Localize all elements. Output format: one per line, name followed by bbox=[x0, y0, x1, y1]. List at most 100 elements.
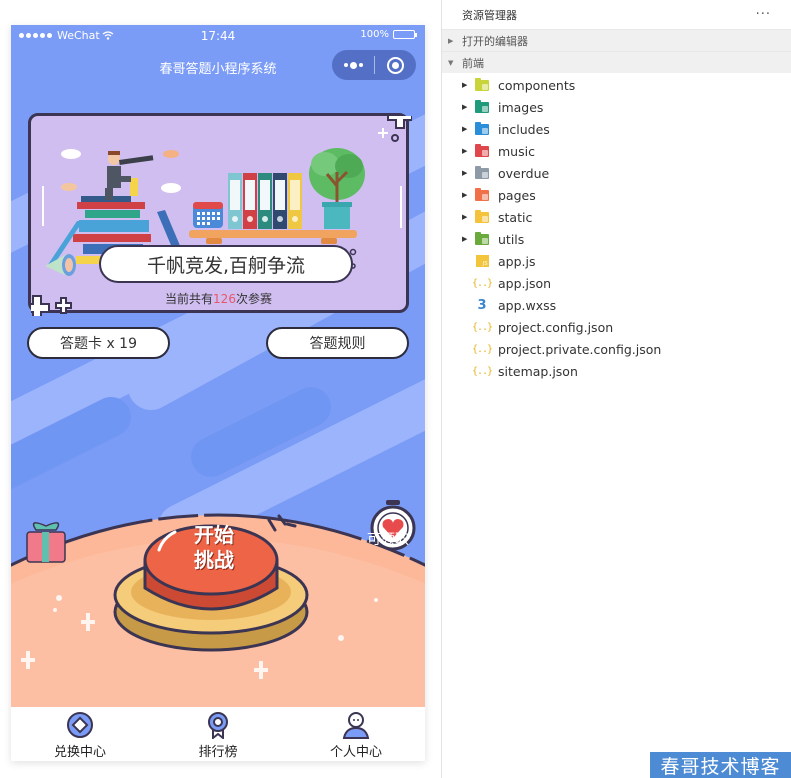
file-name: sitemap.json bbox=[498, 363, 578, 379]
folder-item[interactable]: ▶ components bbox=[442, 74, 791, 96]
file-item[interactable]: {..} sitemap.json bbox=[442, 360, 791, 382]
status-bar: WeChat 17:44 100% bbox=[11, 25, 425, 47]
folder-item[interactable]: ▶ static bbox=[442, 206, 791, 228]
participation-count: 当前共有126次参赛 bbox=[31, 290, 406, 307]
tab-label: 排行榜 bbox=[198, 745, 238, 760]
target-icon bbox=[387, 56, 404, 74]
file-name: app.json bbox=[498, 275, 552, 291]
folder-icon bbox=[474, 209, 490, 224]
folder-item[interactable]: ▶ music bbox=[442, 140, 791, 162]
user-profile-icon bbox=[342, 712, 370, 739]
cloud-icon bbox=[163, 150, 179, 158]
json-file-icon: {..} bbox=[471, 321, 493, 333]
watermark: 春哥技术博客 bbox=[650, 752, 791, 778]
play-area bbox=[11, 500, 425, 707]
file-item[interactable]: {..} project.config.json bbox=[442, 316, 791, 338]
tab-exchange-center[interactable]: 兑换中心 bbox=[11, 707, 149, 761]
caret-right-icon: ▶ bbox=[462, 213, 468, 221]
nav-bar: 春哥答题小程序系统 bbox=[11, 47, 425, 87]
json-file-icon: {..} bbox=[471, 365, 493, 377]
section-open-editors[interactable]: ▶ 打开的编辑器 bbox=[442, 29, 791, 51]
json-file-icon: {..} bbox=[471, 277, 493, 289]
battery-icon bbox=[393, 30, 417, 39]
gift-icon bbox=[26, 522, 66, 563]
folder-item[interactable]: ▶ utils bbox=[442, 228, 791, 250]
folder-name: images bbox=[498, 99, 544, 115]
file-item[interactable]: {..} app.json bbox=[442, 272, 791, 294]
folder-item[interactable]: ▶ images bbox=[442, 96, 791, 118]
folder-name: music bbox=[498, 143, 535, 159]
section-label: 打开的编辑器 bbox=[462, 34, 528, 48]
claimable-label[interactable]: 可领取 bbox=[367, 529, 409, 549]
file-tree: ▶ components ▶ images ▶ includes ▶ music ▶ overdu… bbox=[442, 73, 791, 382]
folder-icon bbox=[474, 187, 490, 202]
caret-right-icon: ▶ bbox=[462, 147, 468, 155]
caret-right-icon: ▶ bbox=[462, 81, 468, 89]
file-item[interactable]: JS app.js bbox=[442, 250, 791, 272]
calendar-icon bbox=[193, 202, 223, 228]
count-value: 126 bbox=[213, 292, 236, 306]
caret-right-icon: ▶ bbox=[462, 235, 468, 243]
tab-personal-center[interactable]: 个人中心 bbox=[287, 707, 425, 761]
file-name: app.wxss bbox=[498, 297, 557, 313]
shelf-icon bbox=[189, 230, 357, 238]
rules-button[interactable]: 答题规则 bbox=[266, 327, 409, 359]
caret-right-icon: ▶ bbox=[462, 103, 468, 111]
folder-name: pages bbox=[498, 187, 536, 203]
start-line-1: 开始 bbox=[194, 523, 234, 547]
section-project[interactable]: ▼ 前端 bbox=[442, 51, 791, 73]
megaphone-icon bbox=[45, 254, 76, 276]
folder-item[interactable]: ▶ overdue bbox=[442, 162, 791, 184]
more-actions-button[interactable]: ··· bbox=[756, 7, 771, 22]
screen: WeChat 17:44 100% 春哥答题小程序系统 千帆竞发,百舸争流 当前… bbox=[0, 0, 791, 778]
menu-capsule bbox=[332, 50, 416, 80]
folder-name: overdue bbox=[498, 165, 550, 181]
explorer-title: 资源管理器 bbox=[462, 8, 517, 22]
folder-name: components bbox=[498, 77, 576, 93]
banner-card: 千帆竞发,百舸争流 当前共有126次参赛 bbox=[28, 113, 412, 316]
ranking-medal-icon bbox=[208, 712, 228, 739]
folder-icon bbox=[474, 143, 490, 158]
tab-label: 兑换中心 bbox=[53, 745, 106, 760]
count-prefix: 当前共有 bbox=[165, 292, 214, 306]
folder-icon bbox=[474, 77, 490, 92]
file-name: project.private.config.json bbox=[498, 341, 662, 357]
phone-simulator: WeChat 17:44 100% 春哥答题小程序系统 千帆竞发,百舸争流 当前… bbox=[11, 25, 425, 761]
folder-item[interactable]: ▶ pages bbox=[442, 184, 791, 206]
folder-icon bbox=[474, 231, 490, 246]
slogan-banner: 千帆竞发,百舸争流 bbox=[99, 245, 353, 283]
folder-item[interactable]: ▶ includes bbox=[442, 118, 791, 140]
caret-down-icon: ▼ bbox=[448, 58, 454, 67]
exchange-coin-icon bbox=[67, 712, 93, 738]
file-item[interactable]: 3 app.wxss bbox=[442, 294, 791, 316]
more-button[interactable] bbox=[332, 50, 374, 80]
cloud-icon bbox=[61, 183, 77, 191]
start-challenge-button[interactable]: 开始 挑战 bbox=[179, 523, 249, 573]
folder-icon bbox=[474, 121, 490, 136]
tab-ranking[interactable]: 排行榜 bbox=[149, 707, 287, 761]
binders-icon bbox=[228, 173, 302, 229]
count-suffix: 次参赛 bbox=[235, 292, 272, 306]
caret-right-icon: ▶ bbox=[462, 169, 468, 177]
man-with-telescope-icon bbox=[105, 151, 154, 200]
caret-right-icon: ▶ bbox=[462, 191, 468, 199]
folder-icon bbox=[474, 99, 490, 114]
file-name: app.js bbox=[498, 253, 536, 269]
answer-cards-button[interactable]: 答题卡 x 19 bbox=[27, 327, 170, 359]
cloud-icon bbox=[61, 149, 81, 159]
folder-name: utils bbox=[498, 231, 525, 247]
folder-name: includes bbox=[498, 121, 550, 137]
folder-icon bbox=[474, 165, 490, 180]
battery-indicator: 100% bbox=[360, 29, 417, 40]
file-item[interactable]: {..} project.private.config.json bbox=[442, 338, 791, 360]
folder-name: static bbox=[498, 209, 533, 225]
tab-label: 个人中心 bbox=[329, 745, 382, 760]
file-name: project.config.json bbox=[498, 319, 614, 335]
close-button[interactable] bbox=[375, 50, 416, 80]
potted-plant-icon bbox=[309, 148, 365, 229]
explorer-header: 资源管理器 ··· bbox=[442, 0, 791, 29]
battery-percent: 100% bbox=[360, 29, 389, 40]
json-file-icon: {..} bbox=[471, 343, 493, 355]
caret-right-icon: ▶ bbox=[462, 125, 468, 133]
file-explorer: 资源管理器 ··· ▶ 打开的编辑器 ▼ 前端 ▶ components ▶ imag… bbox=[442, 0, 791, 778]
